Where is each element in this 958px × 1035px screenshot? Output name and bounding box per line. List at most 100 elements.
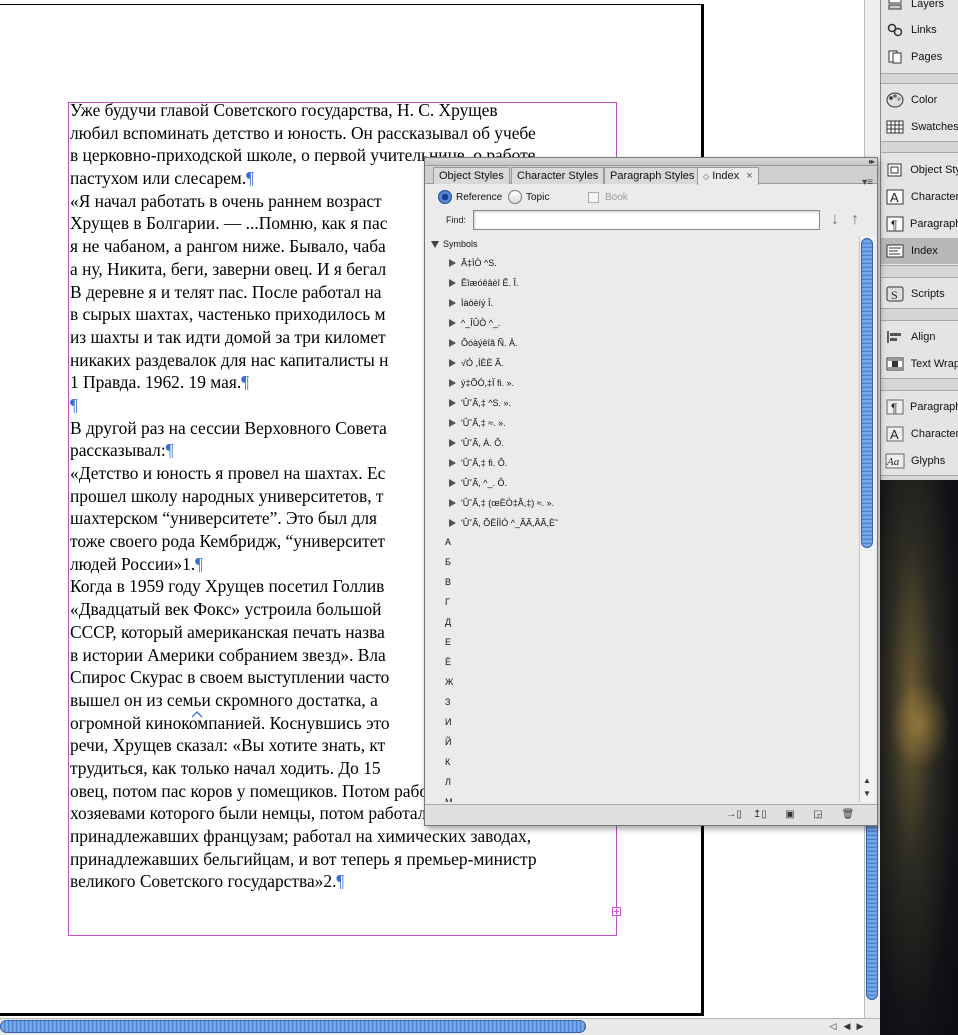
index-section-letter[interactable]: Ё bbox=[445, 655, 451, 669]
find-next-icon[interactable]: ↓ bbox=[827, 210, 843, 230]
dock-item-align[interactable]: Align bbox=[881, 324, 958, 350]
collapsed-triangle-icon[interactable] bbox=[449, 439, 456, 447]
text-frame-out-port[interactable] bbox=[612, 907, 621, 916]
trash-icon[interactable]: 🗑 bbox=[839, 808, 857, 822]
dock-item-links[interactable]: Links bbox=[881, 17, 958, 43]
scroll-left-end-icon[interactable]: ◁ bbox=[826, 1020, 840, 1033]
dock-item-swatches[interactable]: Swatches bbox=[881, 114, 958, 140]
collapsed-triangle-icon[interactable] bbox=[449, 259, 456, 267]
panel-titlebar[interactable]: ▸▸ bbox=[425, 157, 877, 166]
index-section-letter[interactable]: Й bbox=[445, 735, 451, 749]
index-entry[interactable]: Ã‡ÌÒ ^S. bbox=[449, 256, 497, 270]
collapsed-triangle-icon[interactable] bbox=[449, 499, 456, 507]
find-input[interactable] bbox=[473, 210, 820, 230]
index-entry[interactable]: 'Û˘Ã,‡ (œÈÒ‡Ã,‡) ≈. ». bbox=[449, 496, 554, 510]
panel-menu-icon[interactable]: ▾≡ bbox=[862, 177, 873, 188]
svg-text:A: A bbox=[890, 427, 899, 442]
dock-item-label: Text Wrap bbox=[910, 358, 958, 370]
collapsed-triangle-icon[interactable] bbox=[449, 359, 456, 367]
go-to-selected-marker-icon[interactable]: →▯ bbox=[725, 808, 743, 822]
index-entry[interactable]: Êîæóêâèî Ê. Î. bbox=[449, 276, 519, 290]
dock-item-paragraph[interactable]: ¶ Paragraph bbox=[881, 394, 958, 420]
index-section-letter[interactable]: В bbox=[445, 575, 451, 589]
generate-index-icon[interactable]: ▣ bbox=[781, 808, 799, 822]
index-entry-label: Ôóàýêîã Ñ. À. bbox=[461, 338, 518, 348]
index-entry[interactable]: √Ó ,ÍÈÈ Ã. bbox=[449, 356, 503, 370]
topic-radio[interactable]: Topic bbox=[508, 188, 549, 206]
tab-character-styles[interactable]: Character Styles bbox=[511, 167, 605, 184]
index-entry[interactable]: 'Û˘Ã,‡ ≈. ». bbox=[449, 416, 506, 430]
svg-text:S: S bbox=[891, 288, 898, 302]
index-entry-label: 'Û˘Ã,‡ ﬁ. Ô. bbox=[461, 458, 508, 468]
collapsed-triangle-icon[interactable] bbox=[449, 279, 456, 287]
index-entry[interactable]: 'Û˘Ã,‡ ^S. ». bbox=[449, 396, 511, 410]
dock-item-index[interactable]: Index bbox=[881, 238, 958, 264]
index-section-letter[interactable]: Е bbox=[445, 635, 451, 649]
find-previous-icon[interactable]: ↑ bbox=[847, 210, 863, 230]
panel-footer: →▯ ↥▯ ▣ ◲ 🗑 bbox=[425, 804, 877, 825]
index-section-letter[interactable]: Д bbox=[445, 615, 451, 629]
index-section-letter[interactable]: А bbox=[445, 535, 451, 549]
index-entry[interactable]: 'Û˘Ã,‡ ﬁ. Ô. bbox=[449, 456, 507, 470]
dock-item-character-styles[interactable]: A Character bbox=[881, 184, 958, 210]
document-horizontal-scroll-thumb[interactable] bbox=[0, 1020, 586, 1033]
dock-item-character[interactable]: A Character bbox=[881, 421, 958, 447]
dock-item-color[interactable]: Color bbox=[881, 87, 958, 113]
dock-item-label: Pages bbox=[911, 51, 943, 63]
story-line: любил вспоминать детство и юность. Он ра… bbox=[70, 122, 536, 143]
collapsed-triangle-icon[interactable] bbox=[449, 479, 456, 487]
index-entry[interactable]: 'Û˘Ã, ^_. Ô. bbox=[449, 476, 507, 490]
dock-item-paragraph-styles[interactable]: ¶ Paragraph bbox=[881, 211, 958, 237]
collapsed-triangle-icon[interactable] bbox=[449, 299, 456, 307]
dock-item-object-styles[interactable]: Object Sty bbox=[881, 157, 958, 183]
dock-item-text-wrap[interactable]: Text Wrap bbox=[881, 351, 958, 377]
dock-item-scripts[interactable]: S Scripts bbox=[881, 281, 958, 307]
index-entry-label: 'Û˘Ã,‡ (œÈÒ‡Ã,‡) ≈. ». bbox=[461, 498, 555, 508]
pilcrow-mark: ¶ bbox=[241, 372, 250, 393]
close-tab-icon[interactable]: × bbox=[746, 170, 752, 182]
reference-radio[interactable]: Reference bbox=[438, 188, 502, 206]
index-entry[interactable]: 'Û˘Ã, ÕËÍÌÓ ^_ÃÃ,ÃÃ,È˜ bbox=[449, 516, 558, 530]
pilcrow-mark: ¶ bbox=[336, 871, 345, 892]
dock-item-label: Align bbox=[911, 331, 936, 343]
collapsed-triangle-icon[interactable] bbox=[449, 519, 456, 527]
collapsed-triangle-icon[interactable] bbox=[449, 379, 456, 387]
index-entry[interactable]: 'Û˘Ã, À. Ô. bbox=[449, 436, 504, 450]
tree-root-symbols[interactable]: Symbols bbox=[431, 238, 478, 250]
index-entry[interactable]: ý‡ÕÓ,‡Ï ﬁ. ». bbox=[449, 376, 514, 390]
panel-scroll-up-icon[interactable]: ▲ bbox=[861, 775, 873, 787]
index-entry[interactable]: Ôóàýêîã Ñ. À. bbox=[449, 336, 518, 350]
dock-item-layers[interactable]: Layers bbox=[881, 0, 958, 17]
collapsed-triangle-icon[interactable] bbox=[449, 339, 456, 347]
index-section-letter[interactable]: М bbox=[445, 795, 453, 802]
expanded-triangle-icon[interactable] bbox=[431, 240, 439, 248]
dock-item-glyphs[interactable]: Aa Glyphs bbox=[881, 448, 958, 474]
index-section-letter[interactable]: К bbox=[445, 755, 450, 769]
tab-index[interactable]: ◇ Index × bbox=[697, 167, 759, 185]
collapsed-triangle-icon[interactable] bbox=[449, 419, 456, 427]
index-section-letter[interactable]: Ж bbox=[445, 675, 453, 689]
index-entry[interactable]: Ìàöèíý Ï. bbox=[449, 296, 493, 310]
index-entry[interactable]: ^_ÎÛÒ ^_. bbox=[449, 316, 500, 330]
tab-object-styles[interactable]: Object Styles bbox=[433, 167, 510, 184]
dock-item-pages[interactable]: Pages bbox=[881, 44, 958, 70]
collapsed-triangle-icon[interactable] bbox=[449, 319, 456, 327]
index-section-letter[interactable]: Г bbox=[445, 595, 450, 609]
book-checkbox[interactable]: Book bbox=[588, 188, 628, 206]
new-entry-icon[interactable]: ◲ bbox=[809, 808, 827, 822]
panel-vertical-scroll-thumb[interactable] bbox=[861, 238, 873, 548]
scroll-right-arrow-icon[interactable]: ▶ bbox=[853, 1020, 867, 1033]
panel-scroll-down-icon[interactable]: ▼ bbox=[861, 788, 873, 800]
collapsed-triangle-icon[interactable] bbox=[449, 459, 456, 467]
index-section-letter[interactable]: Л bbox=[445, 775, 451, 789]
index-section-letter[interactable]: Б bbox=[445, 555, 451, 569]
collapse-panel-icon[interactable]: ▸▸ bbox=[869, 157, 875, 166]
update-preview-icon[interactable]: ↥▯ bbox=[751, 808, 769, 822]
collapsed-triangle-icon[interactable] bbox=[449, 399, 456, 407]
dock-item-label: Swatches bbox=[911, 121, 958, 133]
index-section-letter[interactable]: З bbox=[445, 695, 450, 709]
tab-paragraph-styles[interactable]: Paragraph Styles bbox=[604, 167, 701, 184]
scroll-left-arrow-icon[interactable]: ◀ bbox=[840, 1020, 854, 1033]
index-section-letter[interactable]: И bbox=[445, 715, 451, 729]
story-line: великого Советского государства»2.¶ bbox=[70, 871, 345, 892]
